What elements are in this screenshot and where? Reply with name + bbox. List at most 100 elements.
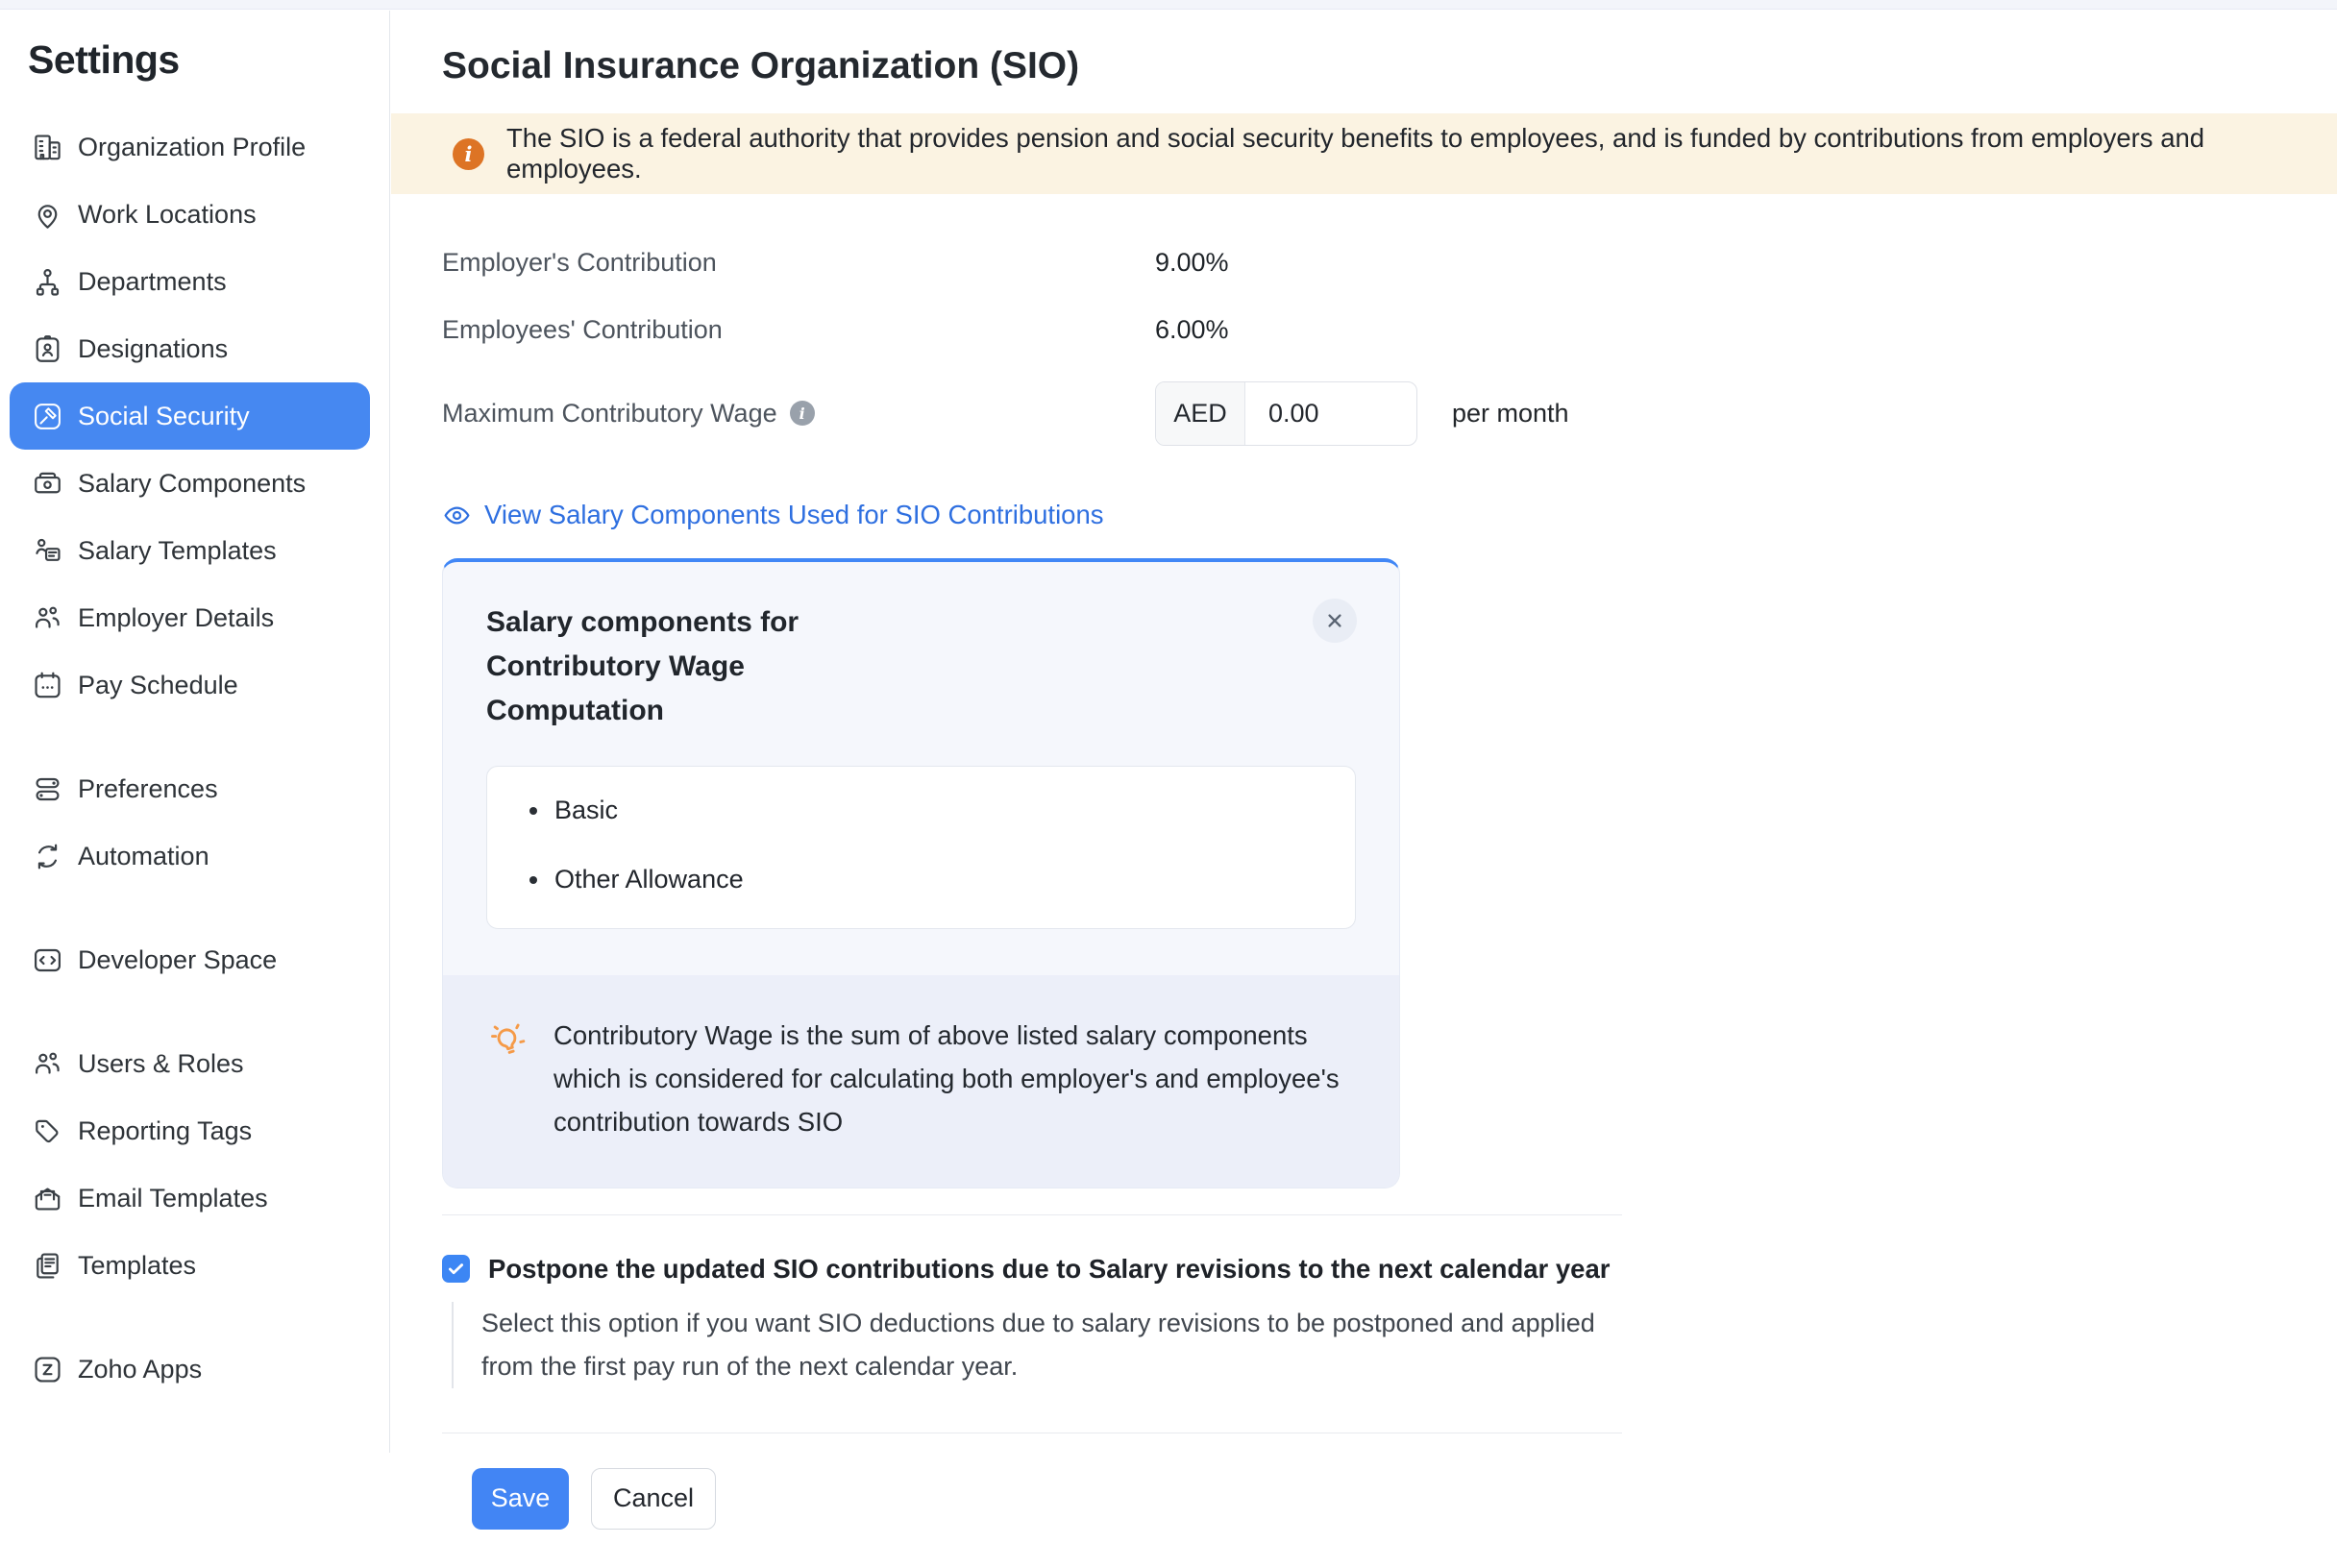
people-icon: [31, 601, 64, 635]
employer-contribution-label: Employer's Contribution: [442, 248, 1155, 278]
building-icon: [31, 131, 64, 164]
save-button[interactable]: Save: [472, 1468, 569, 1530]
lightbulb-icon: [485, 1017, 529, 1062]
sidebar-item-label: Email Templates: [78, 1184, 268, 1213]
sidebar-item-label: Departments: [78, 267, 227, 297]
max-contributory-wage-label: Maximum Contributory Wage: [442, 399, 777, 429]
sidebar-title: Settings: [0, 11, 389, 83]
documents-icon: [31, 1249, 64, 1283]
postpone-label: Postpone the updated SIO contributions d…: [488, 1254, 1610, 1285]
cancel-button[interactable]: Cancel: [591, 1468, 716, 1530]
divider: [442, 1214, 1622, 1215]
sync-icon: [31, 840, 64, 873]
sidebar-item-templates[interactable]: Templates: [10, 1232, 370, 1299]
employees-contribution-value: 6.00%: [1155, 315, 1229, 345]
sidebar-item-label: Work Locations: [78, 200, 257, 230]
sidebar-item-salary-components[interactable]: Salary Components: [10, 450, 370, 517]
sidebar-item-label: Reporting Tags: [78, 1116, 252, 1146]
wage-amount-input[interactable]: [1245, 382, 1416, 445]
sidebar-item-label: Pay Schedule: [78, 671, 238, 700]
hierarchy-icon: [31, 265, 64, 299]
sidebar-item-preferences[interactable]: Preferences: [10, 755, 370, 822]
employer-contribution-row: Employer's Contribution 9.00%: [442, 229, 2337, 296]
nav-group-spacer: [0, 993, 389, 1030]
calendar-icon: [31, 669, 64, 702]
contributory-wage-note: Contributory Wage is the sum of above li…: [443, 975, 1399, 1188]
toggles-icon: [31, 772, 64, 806]
page-title: Social Insurance Organization (SIO): [442, 45, 2337, 87]
sidebar-item-email-templates[interactable]: Email Templates: [10, 1164, 370, 1232]
component-label: Other Allowance: [554, 865, 744, 894]
action-buttons: Save Cancel: [472, 1468, 2337, 1568]
nav-group-spacer: [0, 719, 389, 755]
employees-contribution-label: Employees' Contribution: [442, 315, 1155, 345]
sidebar-item-automation[interactable]: Automation: [10, 822, 370, 890]
bullet-icon: [529, 876, 537, 884]
sidebar-item-label: Templates: [78, 1251, 196, 1281]
settings-sidebar: Settings Organization Profile Work Locat…: [0, 11, 390, 1453]
component-label: Basic: [554, 796, 618, 825]
bullet-icon: [529, 807, 537, 815]
postpone-description: Select this option if you want SIO deduc…: [452, 1302, 1605, 1388]
sidebar-item-label: Automation: [78, 842, 209, 871]
sidebar-item-work-locations[interactable]: Work Locations: [10, 181, 370, 248]
sidebar-item-salary-templates[interactable]: Salary Templates: [10, 517, 370, 584]
sidebar-item-social-security[interactable]: Social Security: [10, 382, 370, 450]
sidebar-item-label: Employer Details: [78, 603, 274, 633]
sidebar-item-pay-schedule[interactable]: Pay Schedule: [10, 651, 370, 719]
info-banner-text: The SIO is a federal authority that prov…: [506, 123, 2291, 184]
contribution-rows: Employer's Contribution 9.00% Employees'…: [442, 229, 2337, 455]
max-contributory-wage-row: Maximum Contributory Wage i AED per mont…: [442, 371, 2337, 455]
postpone-checkbox[interactable]: [442, 1255, 470, 1283]
list-item: Basic: [487, 790, 1355, 832]
mail-icon: [31, 1182, 64, 1215]
sidebar-item-employer-details[interactable]: Employer Details: [10, 584, 370, 651]
sidebar-item-label: Salary Components: [78, 469, 306, 499]
sidebar-item-reporting-tags[interactable]: Reporting Tags: [10, 1097, 370, 1164]
sidebar-item-label: Organization Profile: [78, 133, 306, 162]
eye-icon: [442, 501, 472, 530]
sidebar-item-label: Preferences: [78, 774, 218, 804]
close-button[interactable]: [1313, 599, 1357, 643]
sidebar-item-designations[interactable]: Designations: [10, 315, 370, 382]
view-salary-components-link[interactable]: View Salary Components Used for SIO Cont…: [442, 500, 1104, 530]
sidebar-item-zoho-apps[interactable]: Zoho Apps: [10, 1335, 370, 1403]
top-strip: [0, 0, 2337, 10]
nav-group-spacer: [0, 890, 389, 926]
postpone-section: Postpone the updated SIO contributions d…: [442, 1254, 2337, 1388]
map-pin-icon: [31, 198, 64, 232]
nav-group-spacer: [0, 1299, 389, 1335]
salary-components-popover: Salary components for Contributory Wage …: [442, 558, 1400, 1188]
close-icon: [1322, 608, 1347, 633]
main-content: Social Insurance Organization (SIO) i Th…: [391, 11, 2337, 1453]
list-item: Other Allowance: [487, 859, 1355, 901]
settings-nav: Organization Profile Work Locations Depa…: [0, 113, 389, 1403]
zoho-icon: [31, 1353, 64, 1386]
info-tooltip-icon[interactable]: i: [790, 401, 815, 426]
person-document-icon: [31, 534, 64, 568]
info-banner: i The SIO is a federal authority that pr…: [391, 113, 2337, 194]
code-icon: [31, 943, 64, 977]
sidebar-item-label: Designations: [78, 334, 228, 364]
view-salary-components-label: View Salary Components Used for SIO Cont…: [484, 500, 1104, 530]
sidebar-item-label: Social Security: [78, 402, 250, 431]
sidebar-item-label: Salary Templates: [78, 536, 277, 566]
check-icon: [446, 1259, 466, 1279]
id-badge-icon: [31, 332, 64, 366]
employees-contribution-row: Employees' Contribution 6.00%: [442, 296, 2337, 363]
sidebar-item-label: Zoho Apps: [78, 1355, 202, 1384]
people-icon: [31, 1047, 64, 1081]
sidebar-item-label: Users & Roles: [78, 1049, 244, 1079]
sidebar-item-organization-profile[interactable]: Organization Profile: [10, 113, 370, 181]
sidebar-item-users-roles[interactable]: Users & Roles: [10, 1030, 370, 1097]
sidebar-item-developer-space[interactable]: Developer Space: [10, 926, 370, 993]
components-list: Basic Other Allowance: [486, 766, 1356, 929]
tag-icon: [31, 1115, 64, 1148]
currency-label: AED: [1156, 382, 1245, 445]
cash-icon: [31, 467, 64, 501]
sidebar-item-departments[interactable]: Departments: [10, 248, 370, 315]
wage-input-group: AED: [1155, 381, 1417, 446]
contributory-wage-note-text: Contributory Wage is the sum of above li…: [554, 1014, 1341, 1143]
popover-title: Salary components for Contributory Wage …: [443, 562, 1039, 733]
per-month-label: per month: [1452, 399, 1569, 429]
